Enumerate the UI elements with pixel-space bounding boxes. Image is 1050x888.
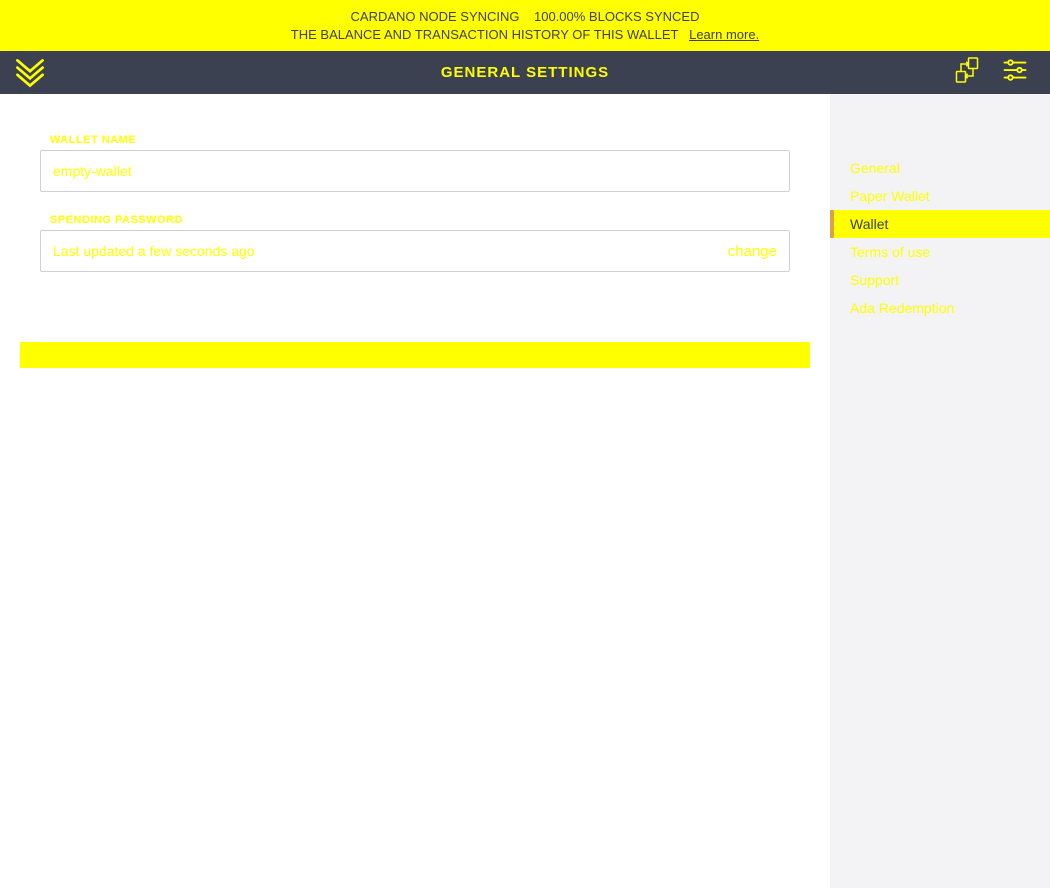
password-updated-info: Last updated a few seconds ago	[53, 243, 728, 259]
wallet-name-label: WALLET NAME	[50, 134, 810, 146]
banner-line1-left: CARDANO NODE SYNCING	[351, 9, 520, 24]
app-logo-icon[interactable]	[0, 51, 60, 94]
main-content: WALLET NAME empty-wallet SPENDING PASSWO…	[0, 94, 830, 888]
page-title: GENERAL SETTINGS	[441, 64, 609, 81]
sidebar-item-paper-wallet[interactable]: Paper Wallet	[830, 182, 1050, 210]
change-password-link[interactable]: change	[728, 243, 777, 260]
sidebar-item-ada-redemption[interactable]: Ada Redemption	[830, 294, 1050, 322]
settings-icon[interactable]	[1000, 55, 1030, 90]
sidebar-item-support[interactable]: Support	[830, 266, 1050, 294]
sidebar-item-general[interactable]: General	[830, 154, 1050, 182]
sync-banner: CARDANO NODE SYNCING 100.00% BLOCKS SYNC…	[0, 0, 1050, 51]
wallet-name-input[interactable]: empty-wallet	[40, 150, 790, 192]
highlight-bar	[20, 342, 810, 368]
sidebar-item-wallet[interactable]: Wallet	[830, 210, 1050, 238]
sidebar-item-terms-of-use[interactable]: Terms of use	[830, 238, 1050, 266]
spending-password-box: Last updated a few seconds ago change	[40, 230, 790, 272]
staking-icon[interactable]	[952, 55, 982, 90]
banner-line2: THE BALANCE AND TRANSACTION HISTORY OF T…	[291, 27, 678, 42]
wallet-name-value: empty-wallet	[53, 163, 777, 179]
learn-more-link[interactable]: Learn more.	[689, 27, 759, 42]
topbar: GENERAL SETTINGS	[0, 51, 1050, 94]
banner-line1-right: 100.00% BLOCKS SYNCED	[534, 9, 699, 24]
settings-sidebar: GeneralPaper WalletWalletTerms of useSup…	[830, 94, 1050, 888]
spending-password-label: SPENDING PASSWORD	[50, 214, 810, 226]
